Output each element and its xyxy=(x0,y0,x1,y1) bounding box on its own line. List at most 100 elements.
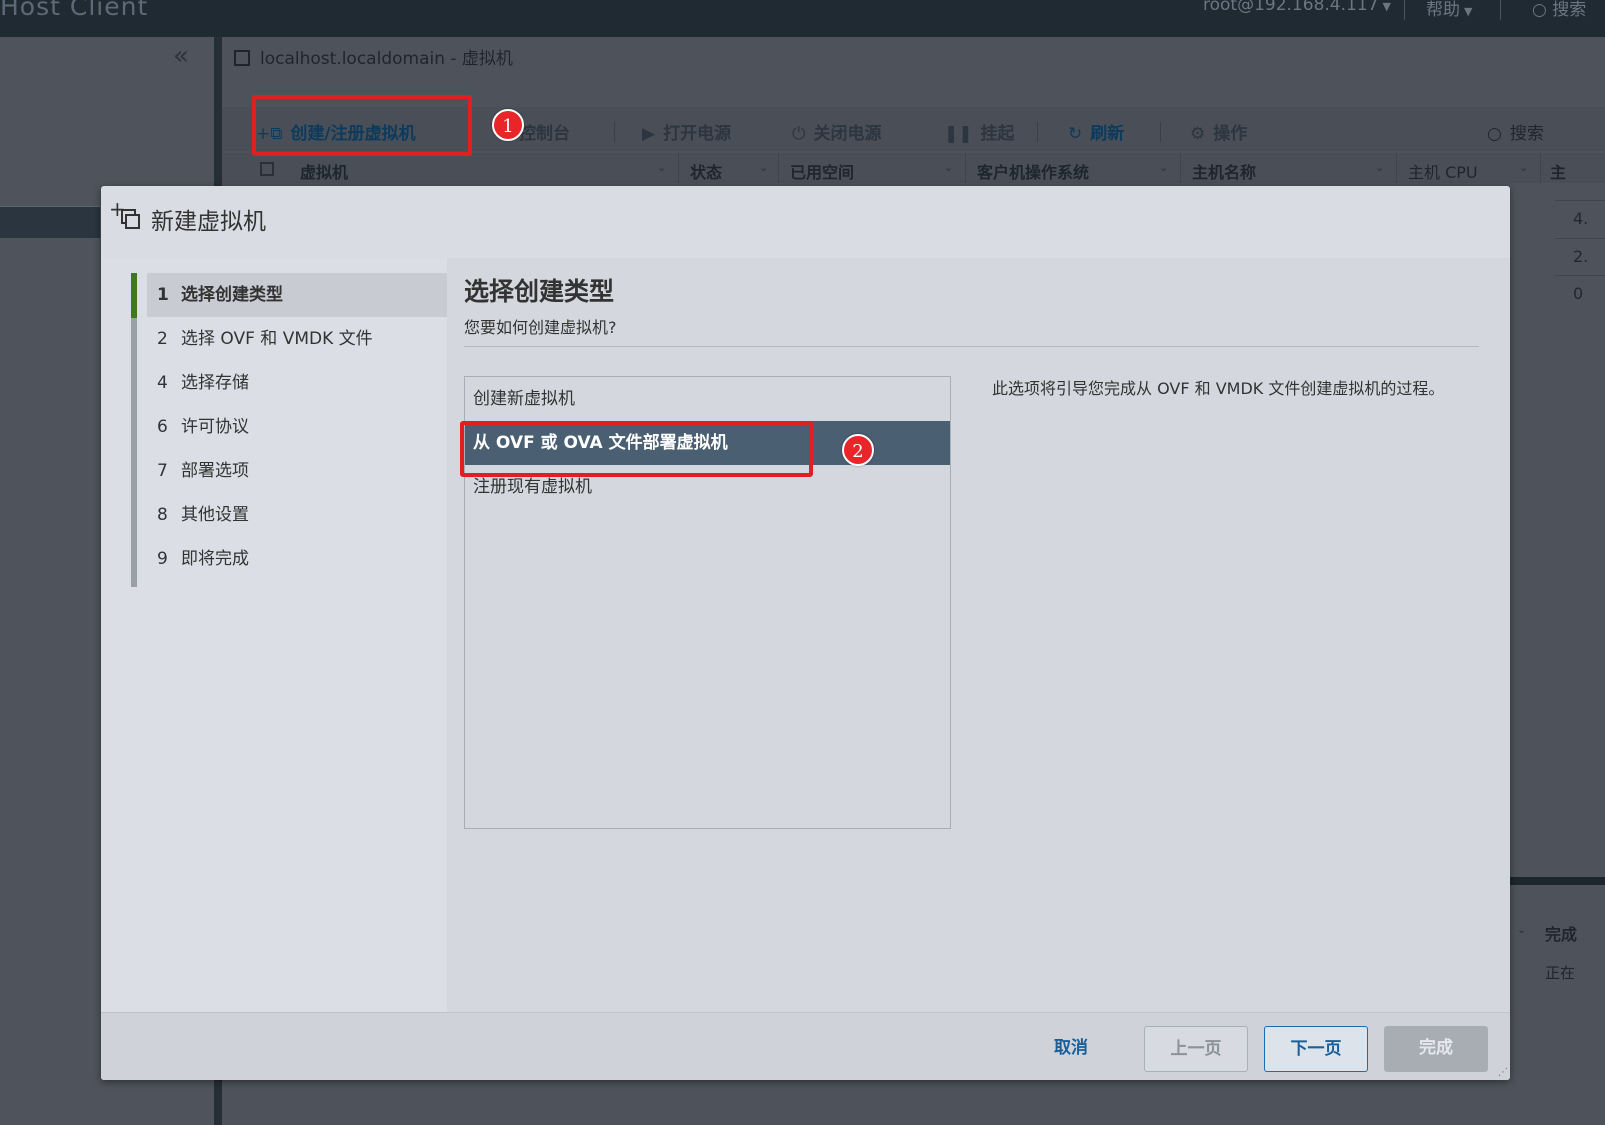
navigator-selected-item[interactable] xyxy=(0,207,100,238)
power-off-label: 关闭电源 xyxy=(813,124,882,144)
table-search[interactable]: ○ 搜索 xyxy=(1487,119,1544,144)
step-select-ovf-vmdk[interactable]: 2 选择 OVF 和 VMDK 文件 xyxy=(147,317,447,361)
divider xyxy=(1396,153,1397,183)
column-guest-os[interactable]: 客户机操作系统 xyxy=(977,159,1089,183)
wizard-content: 选择创建类型 您要如何创建虚拟机? 创建新虚拟机 从 OVF 或 OVA 文件部… xyxy=(447,258,1510,1012)
console-label: 控制台 xyxy=(519,124,570,144)
active-step-marker xyxy=(131,273,137,318)
callout-badge-2: 2 xyxy=(842,434,874,466)
play-icon: ▶ xyxy=(642,124,656,144)
callout-highlight-ovf-option xyxy=(460,421,813,477)
refresh-button[interactable]: ↻ 刷新 xyxy=(1068,119,1124,144)
power-on-label: 打开电源 xyxy=(663,124,732,144)
column-used-space[interactable]: 已用空间 xyxy=(790,159,854,183)
column-vm[interactable]: 虚拟机 xyxy=(300,159,348,183)
step-number: 8 xyxy=(157,505,168,525)
select-all-checkbox[interactable] xyxy=(260,162,274,176)
step-number: 2 xyxy=(157,329,168,349)
step-label: 即将完成 xyxy=(181,549,249,569)
divider xyxy=(1160,122,1161,142)
step-label: 选择存储 xyxy=(181,373,249,393)
power-icon: ⏻ xyxy=(792,124,806,144)
divider xyxy=(464,346,1479,347)
divider xyxy=(1180,153,1181,183)
cancel-button[interactable]: 取消 xyxy=(1019,1026,1123,1072)
step-additional-settings[interactable]: 8 其他设置 xyxy=(147,493,447,537)
table-cell: 4. xyxy=(1555,200,1605,235)
user-menu-label: root@192.168.4.117 xyxy=(1203,0,1379,15)
power-off-button[interactable]: ⏻ 关闭电源 xyxy=(792,119,881,144)
step-label: 部署选项 xyxy=(181,461,249,481)
column-hostname[interactable]: 主机名称 xyxy=(1192,159,1256,183)
table-cell: 0 xyxy=(1555,275,1605,310)
dialog-title: + 新建虚拟机 xyxy=(109,197,266,236)
breadcrumb: localhost.localdomain - 虚拟机 xyxy=(234,44,513,69)
column-status[interactable]: 状态 xyxy=(690,159,722,183)
user-menu[interactable]: root@192.168.4.117 ▼ xyxy=(1203,0,1391,15)
column-host-cpu[interactable]: 主机 CPU xyxy=(1408,159,1478,183)
help-menu[interactable]: 帮助 ▼ xyxy=(1426,0,1472,20)
step-select-creation-type[interactable]: 1 选择创建类型 xyxy=(147,273,447,317)
dialog-title-label: 新建虚拟机 xyxy=(151,209,266,235)
chevron-down-icon[interactable]: ⌄ xyxy=(759,161,768,174)
page-title: 选择创建类型 xyxy=(464,277,615,306)
refresh-icon: ↻ xyxy=(1068,124,1083,144)
actions-label: 操作 xyxy=(1213,124,1248,144)
divider xyxy=(1500,0,1501,20)
column-host-memory[interactable]: 主 xyxy=(1550,159,1566,183)
previous-button[interactable]: 上一页 xyxy=(1144,1026,1248,1072)
chevron-down-icon[interactable]: ⌄ xyxy=(1519,161,1528,174)
help-menu-label: 帮助 xyxy=(1426,0,1460,20)
vm-table-header: 虚拟机 ⌄ 状态 ⌄ 已用空间 ⌄ 客户机操作系统 ⌄ 主机名称 ⌄ 主机 CP… xyxy=(222,153,1605,183)
divider xyxy=(1540,153,1541,183)
chevron-down-icon[interactable]: ⌄ xyxy=(1159,161,1168,174)
table-cell: 2. xyxy=(1555,238,1605,273)
table-search-label: 搜索 xyxy=(1509,124,1544,144)
step-number: 1 xyxy=(157,285,169,305)
suspend-button[interactable]: ❚❚ 挂起 xyxy=(944,119,1015,144)
finish-button[interactable]: 完成 xyxy=(1384,1026,1488,1072)
refresh-label: 刷新 xyxy=(1090,124,1125,144)
top-search-label: 搜索 xyxy=(1552,0,1587,20)
power-on-button[interactable]: ▶ 打开电源 xyxy=(642,119,731,144)
search-icon: ○ xyxy=(1487,124,1502,144)
step-number: 6 xyxy=(157,417,168,437)
step-select-storage[interactable]: 4 选择存储 xyxy=(147,361,447,405)
app-brand: Host Client xyxy=(0,0,149,21)
step-license[interactable]: 6 许可协议 xyxy=(147,405,447,449)
chevron-down-icon[interactable]: ⌄ xyxy=(1517,923,1526,936)
chevron-down-icon[interactable]: ⌄ xyxy=(944,161,953,174)
dialog-footer: 取消 上一页 下一页 完成 ⋰ xyxy=(101,1012,1510,1080)
actions-button[interactable]: ⚙ 操作 xyxy=(1190,119,1247,144)
collapse-icon[interactable]: « xyxy=(173,41,189,71)
breadcrumb-label: localhost.localdomain - 虚拟机 xyxy=(260,49,513,69)
search-icon: ○ xyxy=(1532,0,1553,20)
callout-highlight-create xyxy=(252,95,472,156)
top-search[interactable]: ○ 搜索 xyxy=(1532,0,1586,20)
next-button[interactable]: 下一页 xyxy=(1264,1026,1368,1072)
step-number: 9 xyxy=(157,549,168,569)
step-ready-to-complete[interactable]: 9 即将完成 xyxy=(147,537,447,581)
task-status: 正在 xyxy=(1545,964,1576,982)
gear-icon: ⚙ xyxy=(1190,124,1206,144)
console-button[interactable]: 控制台 xyxy=(519,119,570,144)
steps-track xyxy=(131,273,137,587)
option-create-new-vm[interactable]: 创建新虚拟机 xyxy=(465,377,950,421)
chevron-down-icon: ▼ xyxy=(1464,5,1473,18)
option-description: 此选项将引导您完成从 OVF 和 VMDK 文件创建虚拟机的过程。 xyxy=(992,379,1445,398)
step-deployment-options[interactable]: 7 部署选项 xyxy=(147,449,447,493)
chevron-down-icon[interactable]: ⌄ xyxy=(1375,161,1384,174)
divider xyxy=(965,153,966,183)
pause-icon: ❚❚ xyxy=(944,124,973,144)
suspend-label: 挂起 xyxy=(980,124,1015,144)
step-number: 4 xyxy=(157,373,168,393)
divider xyxy=(778,153,779,183)
chevron-down-icon[interactable]: ⌄ xyxy=(657,161,666,174)
step-label: 许可协议 xyxy=(181,417,249,437)
step-label: 选择 OVF 和 VMDK 文件 xyxy=(181,329,373,349)
column-completed[interactable]: 完成 xyxy=(1545,921,1577,945)
chevron-down-icon: ▼ xyxy=(1382,0,1391,13)
top-bar: Host Client root@192.168.4.117 ▼ 帮助 ▼ ○ 搜索 xyxy=(0,0,1605,37)
divider xyxy=(614,122,615,142)
resize-grip-icon[interactable]: ⋰ xyxy=(1498,1067,1508,1078)
